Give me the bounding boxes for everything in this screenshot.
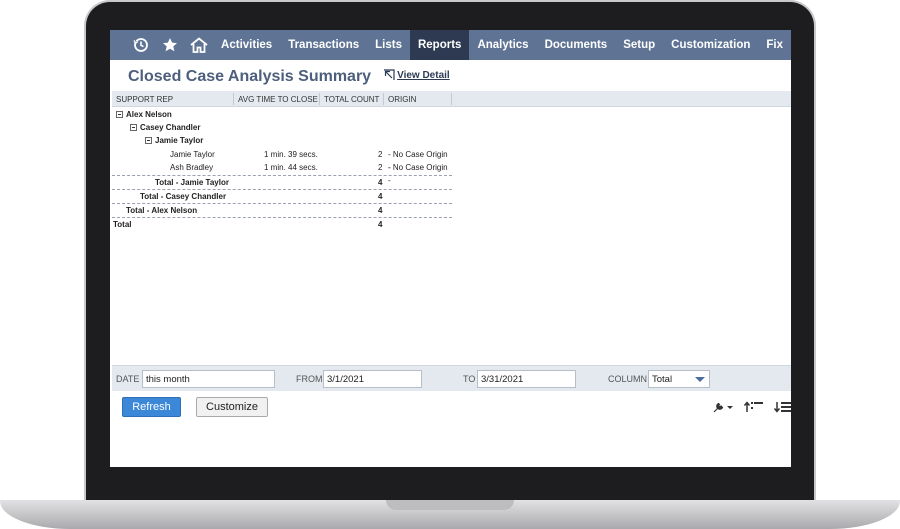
nav-lists[interactable]: Lists — [367, 30, 410, 60]
total-label: Total — [113, 220, 132, 229]
date-label: DATE — [116, 374, 140, 384]
recent-icon[interactable] — [126, 30, 155, 60]
group-name: Casey Chandler — [140, 123, 201, 132]
total-row: Total - Casey Chandler 4 — [112, 189, 452, 202]
col-support-rep[interactable]: SUPPORT REP — [112, 93, 234, 105]
expand-all-icon[interactable] — [773, 400, 791, 414]
table-row[interactable]: Jamie Taylor 1 min. 39 secs. 2 - No Case… — [112, 148, 452, 172]
col-total-count[interactable]: TOTAL COUNT — [320, 93, 384, 105]
group-row[interactable]: Casey Chandler — [112, 121, 452, 134]
total-count: 2 — [378, 150, 383, 159]
total-row: Total - Jamie Taylor 4 — [112, 175, 452, 188]
group-row[interactable]: Jamie Taylor — [112, 134, 452, 147]
col-origin[interactable]: ORIGIN — [384, 93, 452, 105]
chevron-down-icon — [695, 377, 705, 382]
collapse-icon[interactable] — [116, 111, 123, 118]
total-label: Total - Alex Nelson — [126, 206, 198, 215]
app-screen: Activities Transactions Lists Reports An… — [110, 30, 791, 467]
nav-customization[interactable]: Customization — [663, 30, 758, 60]
from-label: FROM — [296, 374, 323, 384]
view-detail-icon — [384, 69, 395, 80]
avg-time: 1 min. 39 secs. — [264, 150, 318, 159]
filter-bar: DATE FROM TO COLUMN Total — [112, 365, 791, 391]
grand-total-row: Total 4 — [112, 217, 452, 230]
laptop-notch — [386, 500, 514, 510]
home-icon[interactable] — [184, 30, 213, 60]
nav-documents[interactable]: Documents — [537, 30, 616, 60]
nav-transactions[interactable]: Transactions — [280, 30, 367, 60]
from-date-input[interactable] — [323, 370, 422, 388]
main-navbar: Activities Transactions Lists Reports An… — [110, 30, 791, 60]
group-name: Alex Nelson — [126, 110, 172, 119]
nav-analytics[interactable]: Analytics — [469, 30, 536, 60]
report-column-header: SUPPORT REP AVG TIME TO CLOSE TOTAL COUN… — [112, 91, 791, 107]
collapse-all-icon[interactable] — [743, 400, 764, 414]
to-date-input[interactable] — [477, 370, 576, 388]
title-row: Closed Case Analysis Summary View Detail — [128, 68, 450, 86]
total-count: 4 — [378, 220, 383, 229]
date-input[interactable] — [142, 370, 275, 388]
total-label: Total - Casey Chandler — [140, 192, 227, 201]
column-select-value: Total — [652, 374, 673, 385]
total-count: 4 — [378, 206, 383, 215]
group-name: Jamie Taylor — [155, 136, 204, 145]
view-detail-label: View Detail — [397, 69, 450, 81]
total-count: 4 — [378, 178, 383, 187]
column-label: COLUMN — [608, 374, 648, 384]
rep-name: Ash Bradley — [170, 163, 214, 172]
customize-button[interactable]: Customize — [196, 397, 268, 417]
to-label: TO — [463, 374, 476, 384]
nav-activities[interactable]: Activities — [213, 30, 280, 60]
column-select[interactable]: Total — [648, 370, 710, 388]
wrench-icon[interactable] — [712, 400, 734, 414]
nav-reports[interactable]: Reports — [409, 30, 470, 60]
avg-time: 1 min. 44 secs. — [264, 163, 318, 172]
nav-fix[interactable]: Fix — [758, 30, 791, 60]
total-count: 2 — [378, 163, 383, 172]
star-icon[interactable] — [155, 30, 184, 60]
nav-setup[interactable]: Setup — [615, 30, 663, 60]
col-avg-time[interactable]: AVG TIME TO CLOSE — [234, 93, 320, 105]
refresh-button[interactable]: Refresh — [122, 397, 181, 417]
group-row[interactable]: Alex Nelson — [112, 108, 452, 121]
total-label: Total - Jamie Taylor — [155, 178, 229, 187]
rep-name: Jamie Taylor — [170, 150, 215, 159]
page-title: Closed Case Analysis Summary — [128, 68, 372, 85]
view-detail-link[interactable]: View Detail — [383, 69, 450, 81]
table-row[interactable]: Ash Bradley 1 min. 44 secs. 2 - No Case … — [112, 161, 452, 185]
total-row: Total - Alex Nelson 4 — [112, 203, 452, 216]
collapse-icon[interactable] — [145, 137, 152, 144]
collapse-icon[interactable] — [130, 124, 137, 131]
total-count: 4 — [378, 192, 383, 201]
